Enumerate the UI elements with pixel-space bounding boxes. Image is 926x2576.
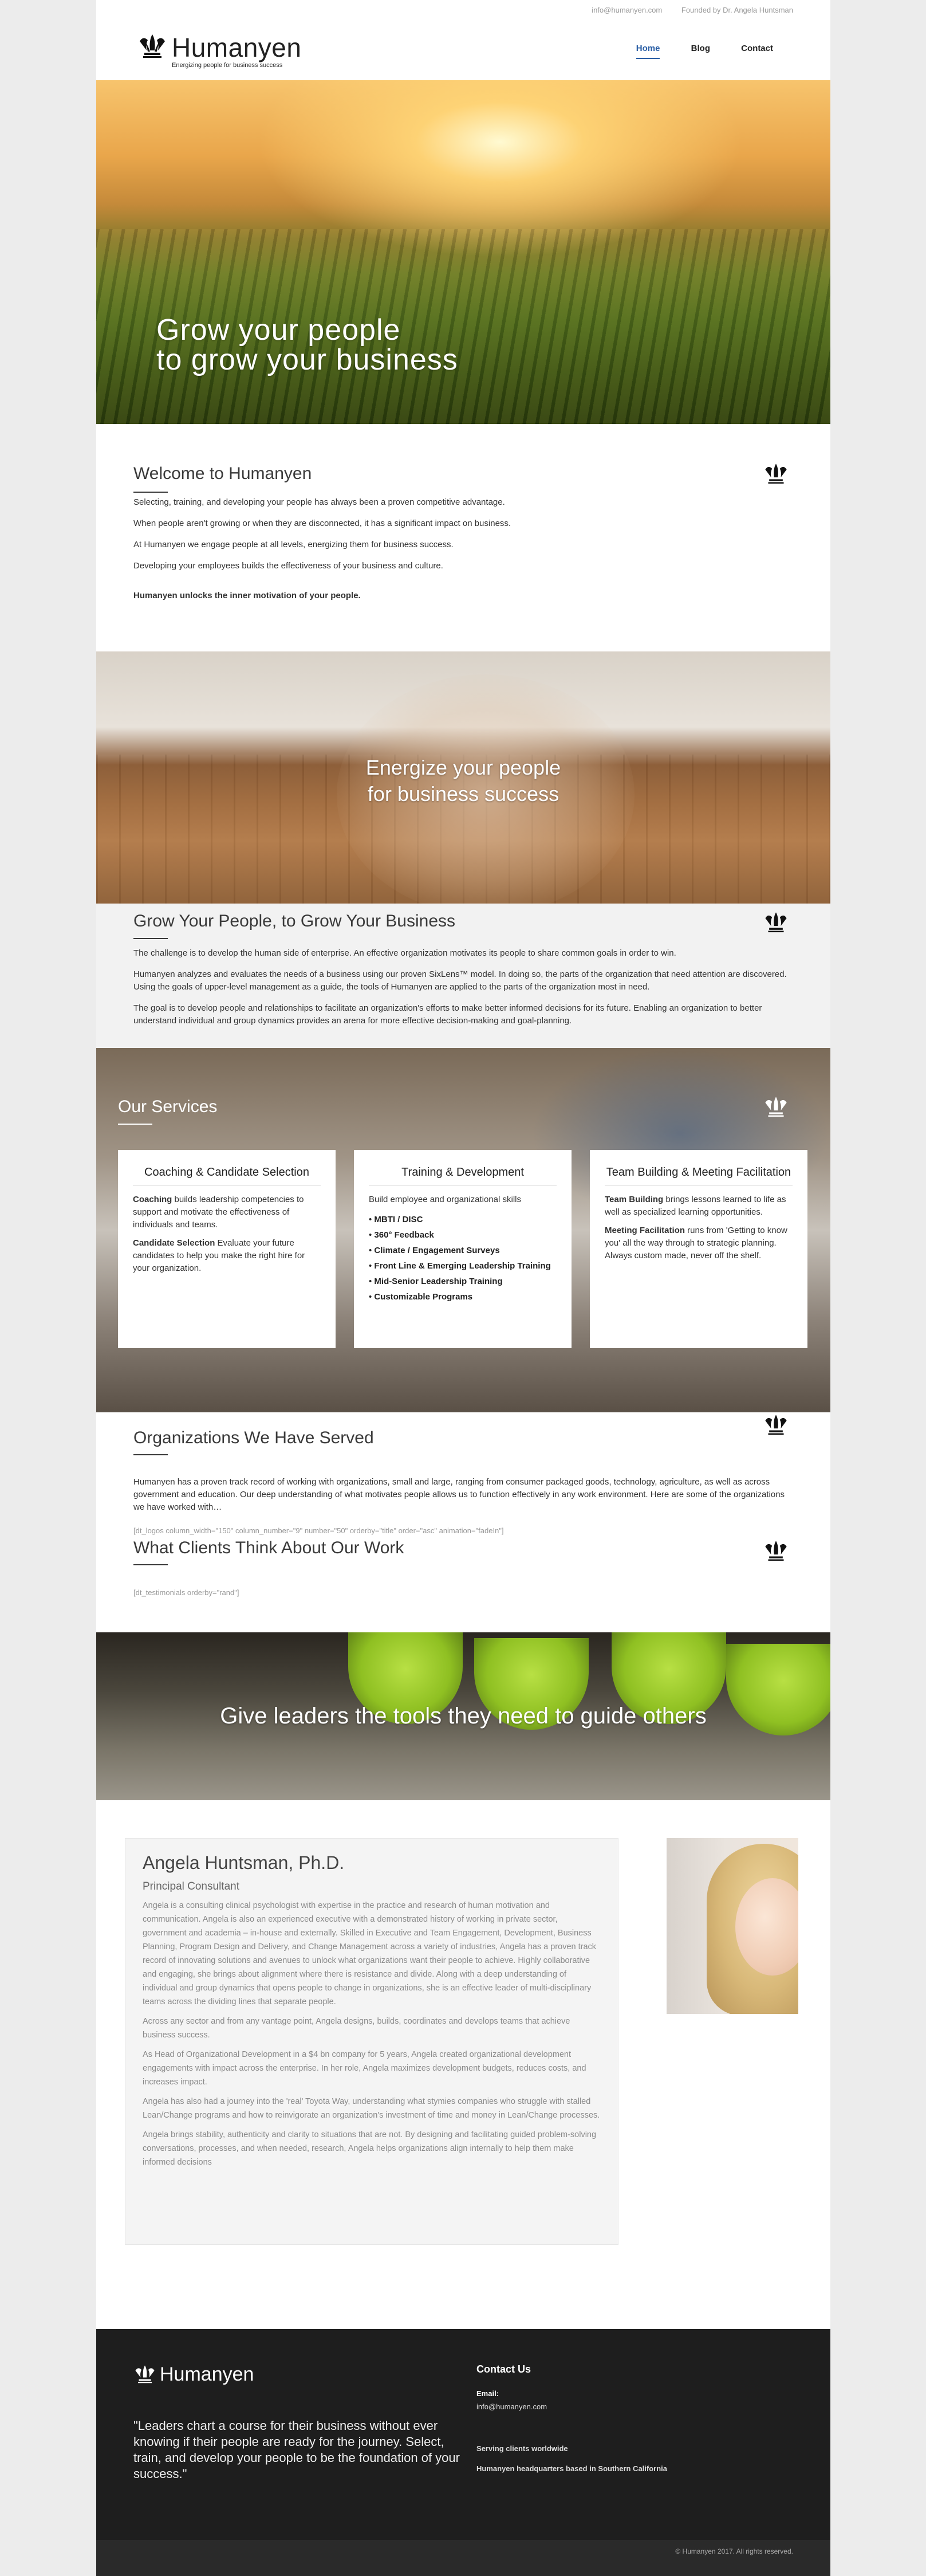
service-term: Meeting Facilitation	[605, 1226, 685, 1235]
topbar-founded: Founded by Dr. Angela Huntsman	[681, 6, 793, 14]
energize-title: Energize your people for business succes…	[96, 755, 830, 807]
copyright-text: © Humanyen 2017. All rights reserved.	[675, 2547, 793, 2555]
clients-heading: What Clients Think About Our Work	[133, 1538, 404, 1557]
copyright-bar: © Humanyen 2017. All rights reserved.	[96, 2540, 830, 2576]
hero-title-line1: Grow your people	[156, 313, 401, 347]
service-card-title: Coaching & Candidate Selection	[133, 1166, 321, 1185]
footer-brand: Humanyen	[160, 2363, 254, 2385]
grow-heading-underline	[133, 938, 168, 939]
service-card-text: Coaching builds leadership competencies …	[133, 1193, 321, 1231]
top-bar: info@humanyen.com Founded by Dr. Angela …	[96, 0, 830, 21]
energize-line2: for business success	[367, 782, 559, 806]
welcome-paragraph: Selecting, training, and developing your…	[133, 497, 505, 507]
nav-blog[interactable]: Blog	[691, 44, 710, 58]
brand-tagline: Energizing people for business success	[172, 62, 283, 69]
grow-paragraph: Humanyen analyzes and evaluates the need…	[133, 969, 787, 992]
welcome-paragraph: Developing your employees builds the eff…	[133, 561, 443, 571]
footer-logo[interactable]: Humanyen	[133, 2363, 305, 2392]
service-card-text: Candidate Selection Evaluate your future…	[133, 1237, 321, 1275]
bio-paragraph: Angela brings stability, authenticity an…	[143, 2130, 597, 2167]
hero-banner: Grow your people to grow your business	[96, 80, 830, 424]
organizations-text: Humanyen has a proven track record of wo…	[133, 1477, 785, 1512]
service-card-title: Training & Development	[369, 1166, 557, 1185]
footer-email-link[interactable]: info@humanyen.com	[476, 2402, 667, 2411]
service-term: Team Building	[605, 1195, 664, 1204]
grow-paragraph: The goal is to develop people and relati…	[133, 1003, 762, 1026]
services-section: Our Services Coaching & Candidate Select…	[96, 1048, 830, 1412]
training-list: MBTI / DISC 360° Feedback Climate / Enga…	[369, 1212, 557, 1305]
topbar-email-link[interactable]: info@humanyen.com	[592, 6, 662, 14]
bio-paragraph: Across any sector and from any vantage p…	[143, 2017, 570, 2040]
bio-paragraph: Angela is a consulting clinical psycholo…	[143, 1901, 597, 2006]
testimonials-shortcode: [dt_testimonials orderby="rand"]	[133, 1588, 239, 1597]
footer-quote: "Leaders chart a course for their busine…	[133, 2418, 460, 2481]
welcome-paragraph: When people aren't growing or when they …	[133, 519, 511, 528]
brand-name: Humanyen	[172, 33, 302, 62]
leaders-banner: Give leaders the tools they need to guid…	[96, 1632, 830, 1800]
nav-contact[interactable]: Contact	[741, 44, 773, 58]
energize-line1: Energize your people	[365, 756, 561, 779]
training-list-item: MBTI / DISC	[369, 1212, 557, 1227]
welcome-heading-underline	[133, 492, 168, 493]
service-card-intro: Build employee and organizational skills	[369, 1195, 521, 1204]
portrait-photo	[667, 1838, 798, 2014]
services-heading-underline	[118, 1124, 152, 1125]
welcome-tagline: Humanyen unlocks the inner motivation of…	[133, 591, 361, 600]
crown-icon	[765, 1415, 787, 1435]
services-heading: Our Services	[118, 1097, 218, 1116]
crown-icon	[765, 464, 787, 484]
footer-hq: Humanyen headquarters based in Southern …	[476, 2464, 668, 2473]
page: info@humanyen.com Founded by Dr. Angela …	[96, 0, 830, 2576]
training-list-item: Mid-Senior Leadership Training	[369, 1274, 557, 1289]
training-list-item: Climate / Engagement Surveys	[369, 1243, 557, 1258]
crown-icon	[765, 1541, 787, 1561]
bio-card: Angela Huntsman, Ph.D. Principal Consult…	[125, 1838, 618, 2245]
site-logo[interactable]: Humanyen Energizing people for business …	[137, 30, 309, 70]
main-nav: Home Blog Contact	[608, 44, 773, 59]
grow-body: The challenge is to develop the human si…	[133, 947, 792, 1036]
service-term: Candidate Selection	[133, 1238, 215, 1248]
crown-logo-icon	[135, 2365, 155, 2383]
crown-icon	[765, 1097, 787, 1117]
clients-heading-underline	[133, 1564, 168, 1565]
grow-section: Grow Your People, to Grow Your Business …	[96, 904, 830, 1048]
hero-title-line2: to grow your business	[156, 343, 458, 376]
service-card-training: Training & Development Build employee an…	[354, 1150, 572, 1348]
organizations-heading-underline	[133, 1454, 168, 1455]
nav-home[interactable]: Home	[636, 44, 660, 59]
welcome-paragraph: At Humanyen we engage people at all leve…	[133, 540, 454, 549]
bio-paragraph: Angela has also had a journey into the '…	[143, 2097, 600, 2120]
footer-email-label: Email:	[476, 2389, 499, 2398]
crown-logo-icon	[140, 34, 165, 58]
bio-role: Principal Consultant	[143, 1880, 239, 1892]
service-card-text: Team Building brings lessons learned to …	[605, 1193, 793, 1219]
service-card-coaching: Coaching & Candidate Selection Coaching …	[118, 1150, 336, 1348]
footer-contact-title: Contact Us	[476, 2363, 531, 2375]
service-term: Coaching	[133, 1195, 172, 1204]
welcome-heading: Welcome to Humanyen	[133, 464, 312, 483]
bio-paragraph: As Head of Organizational Development in…	[143, 2050, 586, 2087]
training-list-item: Customizable Programs	[369, 1289, 557, 1305]
training-list-item: 360° Feedback	[369, 1227, 557, 1243]
service-card-team-building: Team Building & Meeting Facilitation Tea…	[590, 1150, 807, 1348]
training-list-item: Front Line & Emerging Leadership Trainin…	[369, 1258, 557, 1274]
grow-heading: Grow Your People, to Grow Your Business	[133, 912, 456, 930]
logos-shortcode: [dt_logos column_width="150" column_numb…	[133, 1526, 504, 1535]
service-card-title: Team Building & Meeting Facilitation	[605, 1166, 793, 1185]
crown-icon	[765, 912, 787, 933]
welcome-body: Selecting, training, and developing your…	[133, 496, 792, 611]
bio-name: Angela Huntsman, Ph.D.	[143, 1852, 345, 1873]
site-footer: Humanyen "Leaders chart a course for the…	[96, 2329, 830, 2540]
service-card-text: Meeting Facilitation runs from 'Getting …	[605, 1224, 793, 1262]
footer-contact: Contact Us Email: info@humanyen.com Serv…	[476, 2363, 667, 2473]
hero-title: Grow your people to grow your business	[156, 315, 458, 375]
footer-serving: Serving clients worldwide	[476, 2444, 568, 2453]
leaders-title: Give leaders the tools they need to guid…	[220, 1703, 707, 1729]
energize-banner: Energize your people for business succes…	[96, 651, 830, 904]
grow-paragraph: The challenge is to develop the human si…	[133, 948, 676, 958]
organizations-heading: Organizations We Have Served	[133, 1428, 374, 1447]
